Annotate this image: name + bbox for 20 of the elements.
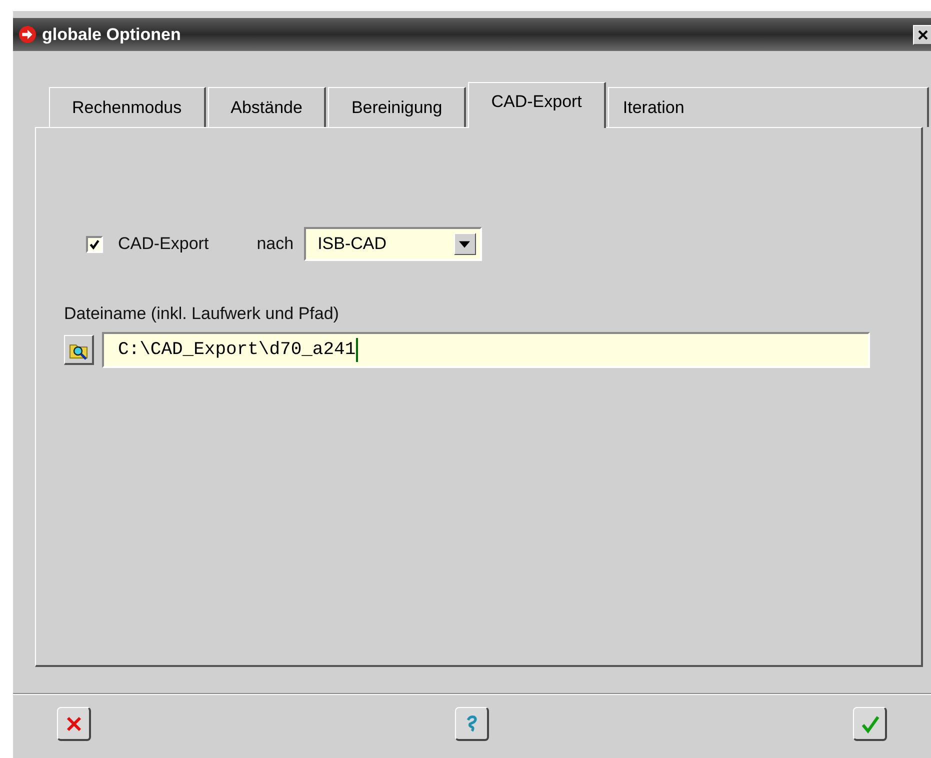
field-label: Dateiname (inkl. Laufwerk und Pfad) bbox=[64, 304, 340, 324]
ok-button[interactable] bbox=[853, 707, 887, 741]
cancel-button[interactable] bbox=[57, 707, 91, 741]
tab[interactable]: Abstände bbox=[208, 87, 326, 127]
tab[interactable]: Rechenmodus bbox=[49, 87, 206, 127]
tab[interactable]: Bereinigung bbox=[328, 87, 466, 127]
tab[interactable]: Iteration bbox=[608, 87, 929, 127]
close-icon bbox=[917, 28, 929, 40]
filename-field[interactable]: C:\CAD_Export\d70_a241 bbox=[102, 332, 870, 368]
target-dropdown[interactable]: ISB-CAD bbox=[304, 227, 482, 261]
checkbox[interactable] bbox=[86, 236, 103, 252]
browse-button[interactable] bbox=[64, 335, 94, 365]
checkmark-icon bbox=[89, 238, 100, 250]
checkbox-label: CAD-Export bbox=[118, 234, 209, 254]
close-button[interactable] bbox=[913, 24, 931, 44]
check-icon bbox=[860, 714, 880, 734]
target-label: nach bbox=[256, 234, 294, 254]
help-button[interactable] bbox=[455, 707, 489, 741]
window-title: globale Optionen bbox=[42, 24, 182, 44]
tab[interactable]: CAD-Export bbox=[468, 82, 606, 128]
